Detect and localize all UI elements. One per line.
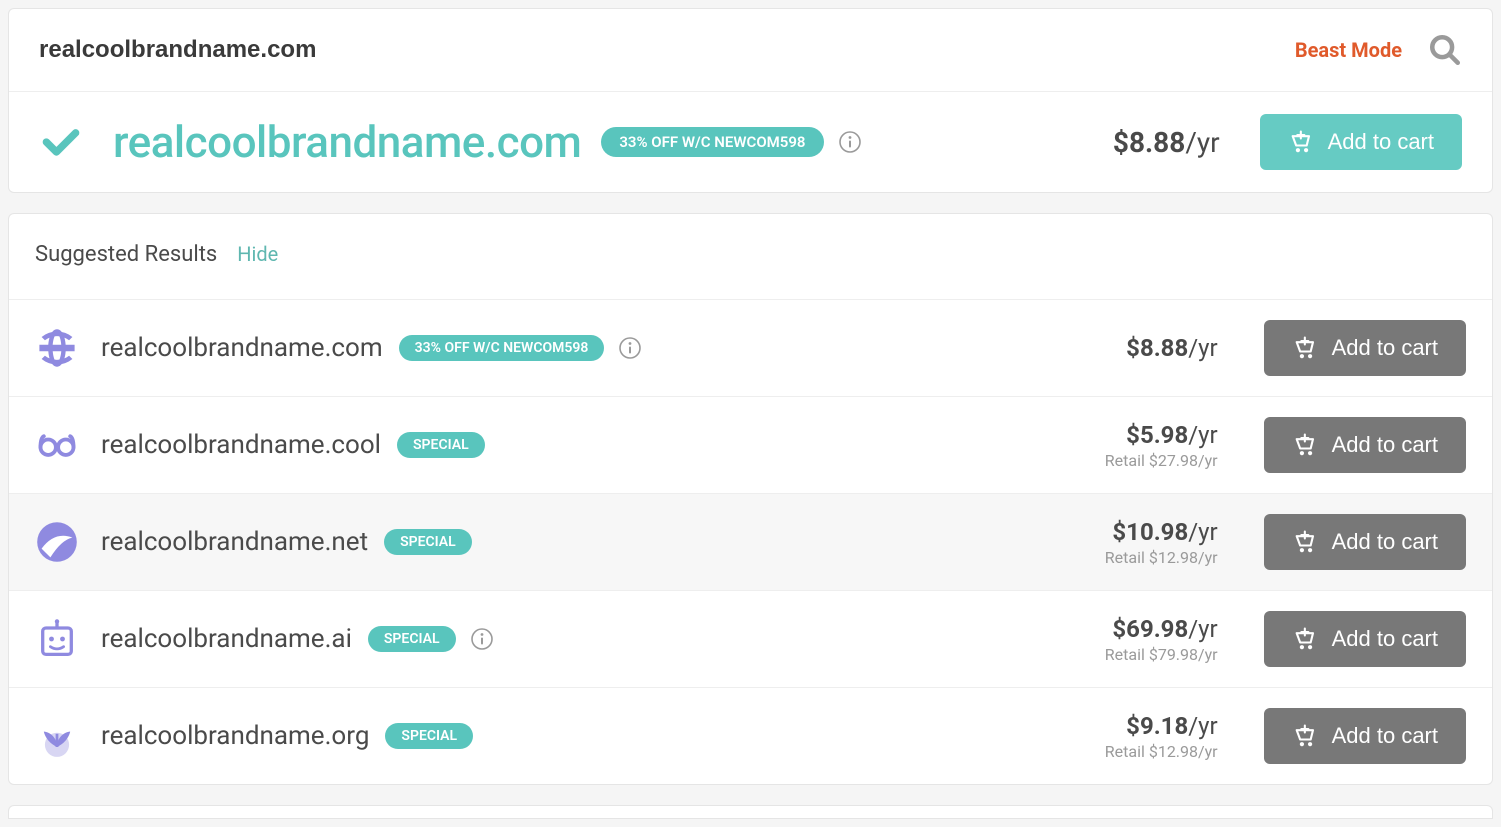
search-header: Beast Mode [9, 9, 1492, 92]
next-card-peek [8, 805, 1493, 819]
suggested-result-row: realcoolbrandname.cool SPECIAL $5.98/yr Ret… [9, 396, 1492, 493]
suggested-results-header: Suggested Results Hide [9, 214, 1492, 299]
domain-search-input[interactable] [39, 36, 1295, 64]
tld-icon [35, 520, 79, 564]
retail-price: Retail $12.98/yr [1068, 742, 1218, 761]
add-to-cart-button[interactable]: Add to cart [1264, 514, 1466, 570]
suggested-result-row: realcoolbrandname.net SPECIAL $10.98/yr Ret… [9, 493, 1492, 590]
cart-icon [1292, 625, 1320, 653]
info-icon[interactable] [470, 627, 494, 651]
search-card: Beast Mode realcoolbrandname.com 33% OFF… [8, 8, 1493, 193]
price-block: $9.18/yr Retail $12.98/yr [1068, 712, 1218, 761]
cart-icon [1292, 722, 1320, 750]
tld-icon [35, 423, 79, 467]
retail-price: Retail $12.98/yr [1068, 548, 1218, 567]
price-block: $10.98/yr Retail $12.98/yr [1068, 518, 1218, 567]
cart-icon [1288, 128, 1316, 156]
result-badge: SPECIAL [384, 529, 472, 555]
result-domain-name: realcoolbrandname.cool [101, 430, 381, 460]
result-domain-name: realcoolbrandname.com [101, 333, 383, 363]
suggested-results-card: Suggested Results Hide realcoolbrandname… [8, 213, 1493, 785]
result-badge: 33% OFF W/C NEWCOM598 [399, 335, 605, 361]
result-badge: SPECIAL [368, 626, 456, 652]
search-icon[interactable] [1428, 33, 1462, 67]
suggested-results-title: Suggested Results [35, 242, 217, 267]
result-domain-name: realcoolbrandname.net [101, 527, 368, 557]
cart-icon [1292, 334, 1320, 362]
featured-domain-name: realcoolbrandname.com [113, 116, 581, 168]
info-icon[interactable] [618, 336, 642, 360]
retail-price: Retail $27.98/yr [1068, 451, 1218, 470]
tld-icon [35, 714, 79, 758]
featured-result-row: realcoolbrandname.com 33% OFF W/C NEWCOM… [9, 92, 1492, 192]
available-check-icon [39, 120, 83, 164]
add-to-cart-button[interactable]: Add to cart [1264, 320, 1466, 376]
result-domain-name: realcoolbrandname.org [101, 721, 369, 751]
cart-icon [1292, 431, 1320, 459]
result-domain-name: realcoolbrandname.ai [101, 624, 352, 654]
coupon-badge: 33% OFF W/C NEWCOM598 [601, 127, 823, 157]
tld-icon [35, 326, 79, 370]
add-to-cart-button[interactable]: Add to cart [1264, 417, 1466, 473]
result-price: $10.98/yr [1068, 518, 1218, 546]
price-block: $5.98/yr Retail $27.98/yr [1068, 421, 1218, 470]
info-icon[interactable] [838, 130, 862, 154]
result-price: $8.88/yr [1068, 334, 1218, 362]
result-price: $69.98/yr [1068, 615, 1218, 643]
result-price: $5.98/yr [1068, 421, 1218, 449]
suggested-result-row: realcoolbrandname.com 33% OFF W/C NEWCOM5… [9, 299, 1492, 396]
tld-icon [35, 617, 79, 661]
price-block: $69.98/yr Retail $79.98/yr [1068, 615, 1218, 664]
result-badge: SPECIAL [397, 432, 485, 458]
result-badge: SPECIAL [385, 723, 473, 749]
hide-suggested-link[interactable]: Hide [237, 242, 278, 266]
retail-price: Retail $79.98/yr [1068, 645, 1218, 664]
beast-mode-link[interactable]: Beast Mode [1295, 38, 1402, 62]
price-block: $8.88/yr [1068, 334, 1218, 362]
result-price: $9.18/yr [1068, 712, 1218, 740]
add-to-cart-button[interactable]: Add to cart [1264, 708, 1466, 764]
cart-icon [1292, 528, 1320, 556]
suggested-result-row: realcoolbrandname.ai SPECIAL $69.98/yr Reta… [9, 590, 1492, 687]
add-to-cart-button[interactable]: Add to cart [1264, 611, 1466, 667]
featured-price: $8.88/yr [1113, 126, 1220, 159]
suggested-result-row: realcoolbrandname.org SPECIAL $9.18/yr Reta… [9, 687, 1492, 784]
add-to-cart-button[interactable]: Add to cart [1260, 114, 1462, 170]
